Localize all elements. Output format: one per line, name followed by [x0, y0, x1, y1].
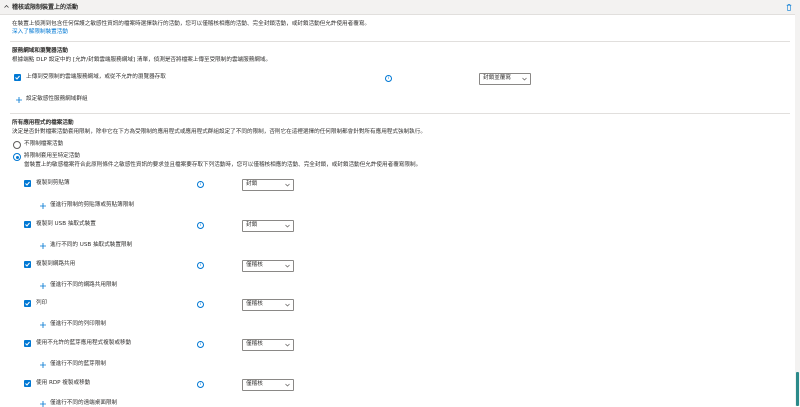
- add-restriction-link[interactable]: 僅進行不同的藍芽限制: [50, 361, 106, 368]
- radio-apply-restrictions[interactable]: [13, 153, 21, 161]
- print-checkbox[interactable]: [24, 300, 31, 307]
- chevron-down-icon: [285, 343, 290, 347]
- activity-label: 複製到 USB 抽取式裝置: [36, 221, 96, 227]
- chevron-up-icon[interactable]: [4, 4, 9, 9]
- section-title: 稽核或限制裝置上的活動: [12, 4, 79, 11]
- add-icon[interactable]: [40, 322, 46, 328]
- radio-no-restriction[interactable]: [13, 141, 21, 149]
- activity-label: 使用 RDP 複製或移動: [36, 380, 91, 386]
- info-icon[interactable]: i: [385, 75, 392, 82]
- chevron-down-icon: [285, 383, 290, 387]
- chevron-down-icon: [522, 77, 527, 81]
- divider: [10, 41, 790, 42]
- network-share-checkbox[interactable]: [24, 261, 31, 268]
- add-icon[interactable]: [40, 401, 46, 407]
- activity-dropdown[interactable]: 僅稽核: [242, 299, 294, 311]
- app-activity-title: 所有應用程式的檔案活動: [12, 120, 74, 126]
- service-domain-title: 服務網域和瀏覽器活動: [12, 48, 68, 54]
- chevron-down-icon: [285, 224, 290, 228]
- divider: [10, 113, 790, 114]
- add-service-domain-group-link[interactable]: 設定敏感性服務網域群組: [26, 96, 88, 103]
- usb-checkbox[interactable]: [24, 221, 31, 228]
- dropdown-value: 僅稽核: [246, 381, 263, 387]
- radio-apply-restrictions-label: 將限制套用至特定活動: [24, 153, 80, 159]
- service-domain-desc: 根據端點 DLP 設定中的 [允許/封鎖雲端服務網域] 清單，偵測是否將檔案上傳…: [12, 57, 272, 63]
- section-header[interactable]: 稽核或限制裝置上的活動: [0, 0, 800, 15]
- scrollbar-track[interactable]: [795, 14, 800, 406]
- activity-dropdown[interactable]: 封鎖: [242, 179, 294, 191]
- activity-label: 列印: [36, 300, 48, 306]
- info-icon[interactable]: i: [197, 381, 204, 388]
- activity-label: 複製到網路共用: [36, 261, 76, 267]
- dropdown-value: 僅稽核: [246, 301, 263, 307]
- add-restriction-link[interactable]: 僅進行限制的剪貼簿或剪貼簿限制: [50, 202, 134, 209]
- info-icon[interactable]: i: [197, 341, 204, 348]
- add-icon[interactable]: [40, 203, 46, 209]
- dropdown-value: 封鎖並覆寫: [483, 75, 511, 81]
- clipboard-checkbox[interactable]: [24, 180, 31, 187]
- chevron-down-icon: [285, 303, 290, 307]
- dropdown-value: 僅稽核: [246, 262, 263, 268]
- chevron-down-icon: [285, 264, 290, 268]
- add-restriction-link[interactable]: 僅進行不同的列印限制: [50, 321, 106, 328]
- add-restriction-link[interactable]: 僅進行不同的網路共用限制: [50, 282, 117, 289]
- activity-dropdown[interactable]: 僅稽核: [242, 260, 294, 272]
- add-restriction-link[interactable]: 進行不同的 USB 抽取式裝置限制: [50, 242, 132, 249]
- info-icon[interactable]: i: [197, 301, 204, 308]
- activity-label: 複製到剪貼簿: [36, 180, 70, 186]
- add-icon[interactable]: [40, 362, 46, 368]
- delete-icon[interactable]: [786, 4, 792, 11]
- rdp-checkbox[interactable]: [24, 380, 31, 387]
- upload-restricted-dropdown[interactable]: 封鎖並覆寫: [479, 73, 531, 85]
- radio-apply-restrictions-desc: 當裝置上的敏感檔案符合此原則條件之敏感性資訊的要求並且檔案要存取下列活動時，您可…: [24, 162, 422, 168]
- add-icon[interactable]: [40, 283, 46, 289]
- intro-text: 在裝置上偵測到包含任何保護之敏感性資訊的檔案時選擇執行的活動，您可以僅稽核相應的…: [12, 21, 371, 27]
- activity-dropdown[interactable]: 僅稽核: [242, 379, 294, 391]
- activity-dropdown[interactable]: 僅稽核: [242, 339, 294, 351]
- radio-no-restriction-label: 不限制檔案活動: [24, 141, 64, 147]
- app-activity-desc: 決定是否針對檔案活動套用限制，除非它在下方為受限制的應用程式或應用程式群組設定了…: [12, 129, 426, 135]
- add-icon[interactable]: [16, 97, 22, 103]
- activity-dropdown[interactable]: 封鎖: [242, 220, 294, 232]
- dropdown-value: 僅稽核: [246, 341, 263, 347]
- dropdown-value: 封鎖: [246, 181, 258, 187]
- scrollbar-thumb[interactable]: [796, 372, 799, 406]
- upload-restricted-label: 上傳到受限制的雲端服務網域，或從不允許的瀏覽器存取: [26, 74, 166, 80]
- dropdown-value: 封鎖: [246, 222, 258, 228]
- learn-more-link[interactable]: 深入了解限制裝置活動: [12, 29, 68, 36]
- chevron-down-icon: [285, 183, 290, 187]
- info-icon[interactable]: i: [197, 181, 204, 188]
- info-icon[interactable]: i: [197, 222, 204, 229]
- upload-restricted-checkbox[interactable]: [14, 74, 21, 81]
- info-icon[interactable]: i: [197, 262, 204, 269]
- bluetooth-checkbox[interactable]: [24, 340, 31, 347]
- activity-label: 使用不允許的藍芽應用程式複製或移動: [36, 340, 132, 346]
- add-icon[interactable]: [40, 243, 46, 249]
